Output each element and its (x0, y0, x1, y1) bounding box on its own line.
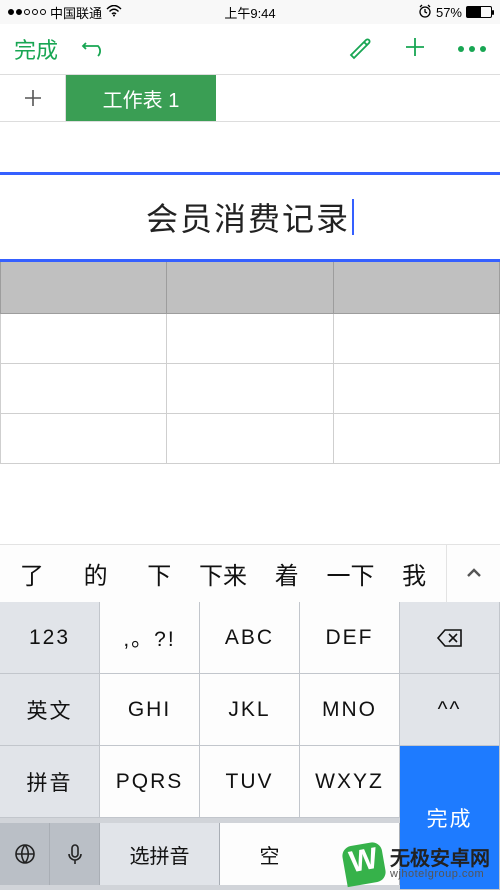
toolbar: 完成 (0, 24, 500, 74)
battery-icon (466, 6, 492, 18)
text-cursor (352, 199, 354, 235)
candidate-word[interactable]: 一下 (319, 556, 383, 591)
status-bar: 中国联通 上午9:44 57% (0, 0, 500, 24)
mic-key[interactable] (50, 823, 100, 885)
done-key[interactable]: 完成 (400, 746, 500, 890)
key-caret[interactable]: ^^ (400, 674, 500, 746)
signal-dots (8, 9, 46, 15)
key-punct[interactable]: ,。?! (100, 602, 200, 674)
spreadsheet-area[interactable]: 会员消费记录 (0, 122, 500, 464)
sheet-tab-spacer (216, 75, 500, 121)
carrier-label: 中国联通 (50, 3, 102, 22)
sheet-tabs: 工作表 1 (0, 74, 500, 122)
candidate-word[interactable]: 了 (0, 556, 64, 591)
selected-cell[interactable]: 会员消费记录 (0, 172, 500, 262)
expand-candidates-button[interactable] (446, 545, 500, 602)
column-header-row[interactable] (0, 262, 500, 314)
battery-pct: 57% (436, 5, 462, 20)
format-brush-button[interactable] (346, 34, 372, 65)
key-abc[interactable]: ABC (200, 602, 300, 674)
space-key[interactable]: 空 (220, 823, 400, 885)
undo-button[interactable] (80, 33, 108, 66)
table-row[interactable] (0, 414, 500, 464)
key-english[interactable]: 英文 (0, 674, 100, 746)
key-mno[interactable]: MNO (300, 674, 400, 746)
wifi-icon (106, 5, 122, 20)
candidate-word[interactable]: 着 (255, 556, 319, 591)
key-wxyz[interactable]: WXYZ (300, 746, 400, 818)
sheet-tab-1[interactable]: 工作表 1 (66, 75, 216, 121)
key-def[interactable]: DEF (300, 602, 400, 674)
key-jkl[interactable]: JKL (200, 674, 300, 746)
alarm-icon (418, 4, 432, 21)
key-pqrs[interactable]: PQRS (100, 746, 200, 818)
table-row[interactable] (0, 314, 500, 364)
key-ghi[interactable]: GHI (100, 674, 200, 746)
backspace-key[interactable] (400, 602, 500, 674)
cell-value: 会员消费记录 (146, 194, 350, 240)
key-123[interactable]: 123 (0, 602, 100, 674)
candidate-word[interactable]: 我 (382, 556, 446, 591)
candidate-bar: 了 的 下 下来 着 一下 我 (0, 544, 500, 602)
select-pinyin-key[interactable]: 选拼音 (100, 823, 220, 885)
done-button[interactable]: 完成 (14, 33, 58, 65)
candidate-word[interactable]: 的 (64, 556, 128, 591)
candidate-word[interactable]: 下来 (191, 556, 255, 591)
candidate-word[interactable]: 下 (127, 556, 191, 591)
add-sheet-button[interactable] (0, 75, 66, 121)
table-row[interactable] (0, 364, 500, 414)
add-button[interactable] (402, 34, 428, 65)
key-tuv[interactable]: TUV (200, 746, 300, 818)
globe-key[interactable] (0, 823, 50, 885)
key-pinyin[interactable]: 拼音 (0, 746, 100, 818)
keyboard: 了 的 下 下来 着 一下 我 123 ,。?! ABC DEF 英文 GHI … (0, 544, 500, 890)
more-button[interactable] (458, 46, 486, 52)
